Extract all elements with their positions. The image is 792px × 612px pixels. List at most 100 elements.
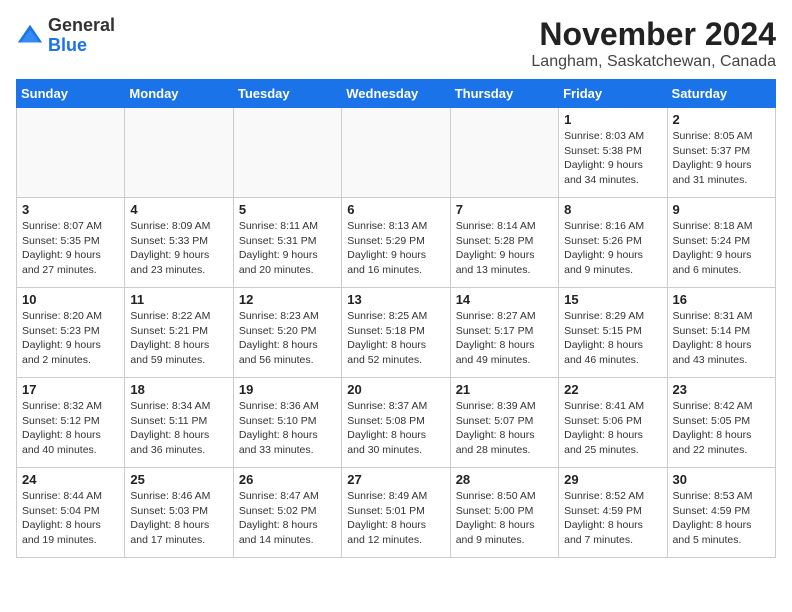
day-info: Sunrise: 8:46 AM Sunset: 5:03 PM Dayligh… <box>130 489 227 548</box>
day-number: 11 <box>130 292 227 307</box>
day-number: 28 <box>456 472 553 487</box>
logo: General Blue <box>16 16 115 56</box>
day-info: Sunrise: 8:25 AM Sunset: 5:18 PM Dayligh… <box>347 309 444 368</box>
weekday-header-cell: Friday <box>559 80 667 108</box>
calendar-day-cell: 20 Sunrise: 8:37 AM Sunset: 5:08 PM Dayli… <box>342 378 450 468</box>
day-info: Sunrise: 8:07 AM Sunset: 5:35 PM Dayligh… <box>22 219 119 278</box>
day-info: Sunrise: 8:44 AM Sunset: 5:04 PM Dayligh… <box>22 489 119 548</box>
day-number: 18 <box>130 382 227 397</box>
day-info: Sunrise: 8:31 AM Sunset: 5:14 PM Dayligh… <box>673 309 770 368</box>
calendar-week-row: 3 Sunrise: 8:07 AM Sunset: 5:35 PM Daylig… <box>17 198 776 288</box>
day-number: 3 <box>22 202 119 217</box>
day-info: Sunrise: 8:16 AM Sunset: 5:26 PM Dayligh… <box>564 219 661 278</box>
day-number: 21 <box>456 382 553 397</box>
day-number: 19 <box>239 382 336 397</box>
weekday-header-cell: Thursday <box>450 80 558 108</box>
day-info: Sunrise: 8:36 AM Sunset: 5:10 PM Dayligh… <box>239 399 336 458</box>
day-info: Sunrise: 8:47 AM Sunset: 5:02 PM Dayligh… <box>239 489 336 548</box>
calendar-day-cell: 6Sunrise: 8:13 AM Sunset: 5:29 PM Daylig… <box>342 198 450 288</box>
day-info: Sunrise: 8:50 AM Sunset: 5:00 PM Dayligh… <box>456 489 553 548</box>
calendar-day-cell <box>17 108 125 198</box>
calendar-day-cell: 17 Sunrise: 8:32 AM Sunset: 5:12 PM Dayli… <box>17 378 125 468</box>
calendar-day-cell: 18 Sunrise: 8:34 AM Sunset: 5:11 PM Dayli… <box>125 378 233 468</box>
day-info: Sunrise: 8:37 AM Sunset: 5:08 PM Dayligh… <box>347 399 444 458</box>
calendar-day-cell: 14 Sunrise: 8:27 AM Sunset: 5:17 PM Dayli… <box>450 288 558 378</box>
day-info: Sunrise: 8:39 AM Sunset: 5:07 PM Dayligh… <box>456 399 553 458</box>
day-info: Sunrise: 8:29 AM Sunset: 5:15 PM Dayligh… <box>564 309 661 368</box>
calendar-day-cell: 7 Sunrise: 8:14 AM Sunset: 5:28 PM Daylig… <box>450 198 558 288</box>
location-title: Langham, Saskatchewan, Canada <box>531 53 776 71</box>
calendar-week-row: 17 Sunrise: 8:32 AM Sunset: 5:12 PM Dayli… <box>17 378 776 468</box>
day-number: 26 <box>239 472 336 487</box>
weekday-header-cell: Wednesday <box>342 80 450 108</box>
calendar-day-cell <box>342 108 450 198</box>
day-number: 27 <box>347 472 444 487</box>
day-info: Sunrise: 8:18 AM Sunset: 5:24 PM Dayligh… <box>673 219 770 278</box>
calendar-day-cell: 29 Sunrise: 8:52 AM Sunset: 4:59 PM Dayli… <box>559 468 667 558</box>
weekday-header-cell: Sunday <box>17 80 125 108</box>
day-info: Sunrise: 8:20 AM Sunset: 5:23 PM Dayligh… <box>22 309 119 368</box>
calendar-day-cell: 30 Sunrise: 8:53 AM Sunset: 4:59 PM Dayli… <box>667 468 775 558</box>
calendar-day-cell: 1Sunrise: 8:03 AM Sunset: 5:38 PM Daylig… <box>559 108 667 198</box>
day-info: Sunrise: 8:05 AM Sunset: 5:37 PM Dayligh… <box>673 129 770 188</box>
calendar-day-cell: 24 Sunrise: 8:44 AM Sunset: 5:04 PM Dayli… <box>17 468 125 558</box>
day-info: Sunrise: 8:14 AM Sunset: 5:28 PM Dayligh… <box>456 219 553 278</box>
day-number: 1 <box>564 112 661 127</box>
calendar-day-cell: 19 Sunrise: 8:36 AM Sunset: 5:10 PM Dayli… <box>233 378 341 468</box>
day-number: 16 <box>673 292 770 307</box>
logo-text: General Blue <box>48 16 115 56</box>
calendar-day-cell: 15 Sunrise: 8:29 AM Sunset: 5:15 PM Dayli… <box>559 288 667 378</box>
calendar-day-cell: 25 Sunrise: 8:46 AM Sunset: 5:03 PM Dayli… <box>125 468 233 558</box>
calendar-day-cell: 23Sunrise: 8:42 AM Sunset: 5:05 PM Dayli… <box>667 378 775 468</box>
calendar-day-cell: 9 Sunrise: 8:18 AM Sunset: 5:24 PM Daylig… <box>667 198 775 288</box>
calendar-day-cell <box>233 108 341 198</box>
page-header: General Blue November 2024 Langham, Sask… <box>16 16 776 71</box>
calendar-day-cell: 21 Sunrise: 8:39 AM Sunset: 5:07 PM Dayli… <box>450 378 558 468</box>
day-number: 2 <box>673 112 770 127</box>
day-number: 24 <box>22 472 119 487</box>
day-info: Sunrise: 8:22 AM Sunset: 5:21 PM Dayligh… <box>130 309 227 368</box>
day-number: 7 <box>456 202 553 217</box>
day-number: 15 <box>564 292 661 307</box>
day-info: Sunrise: 8:52 AM Sunset: 4:59 PM Dayligh… <box>564 489 661 548</box>
day-number: 29 <box>564 472 661 487</box>
day-number: 14 <box>456 292 553 307</box>
calendar-day-cell: 12Sunrise: 8:23 AM Sunset: 5:20 PM Dayli… <box>233 288 341 378</box>
day-number: 12 <box>239 292 336 307</box>
day-number: 22 <box>564 382 661 397</box>
day-info: Sunrise: 8:32 AM Sunset: 5:12 PM Dayligh… <box>22 399 119 458</box>
day-info: Sunrise: 8:27 AM Sunset: 5:17 PM Dayligh… <box>456 309 553 368</box>
month-title: November 2024 <box>531 16 776 53</box>
day-number: 17 <box>22 382 119 397</box>
calendar-day-cell: 2 Sunrise: 8:05 AM Sunset: 5:37 PM Daylig… <box>667 108 775 198</box>
calendar-day-cell: 28 Sunrise: 8:50 AM Sunset: 5:00 PM Dayli… <box>450 468 558 558</box>
weekday-header-cell: Tuesday <box>233 80 341 108</box>
day-number: 20 <box>347 382 444 397</box>
calendar-day-cell: 3 Sunrise: 8:07 AM Sunset: 5:35 PM Daylig… <box>17 198 125 288</box>
calendar-day-cell: 5 Sunrise: 8:11 AM Sunset: 5:31 PM Daylig… <box>233 198 341 288</box>
day-info: Sunrise: 8:11 AM Sunset: 5:31 PM Dayligh… <box>239 219 336 278</box>
calendar-day-cell <box>125 108 233 198</box>
calendar-day-cell: 4Sunrise: 8:09 AM Sunset: 5:33 PM Daylig… <box>125 198 233 288</box>
day-number: 30 <box>673 472 770 487</box>
calendar-body: 1Sunrise: 8:03 AM Sunset: 5:38 PM Daylig… <box>17 108 776 558</box>
day-info: Sunrise: 8:53 AM Sunset: 4:59 PM Dayligh… <box>673 489 770 548</box>
calendar-day-cell: 8Sunrise: 8:16 AM Sunset: 5:26 PM Daylig… <box>559 198 667 288</box>
calendar-day-cell <box>450 108 558 198</box>
calendar-day-cell: 27 Sunrise: 8:49 AM Sunset: 5:01 PM Dayli… <box>342 468 450 558</box>
calendar-day-cell: 16 Sunrise: 8:31 AM Sunset: 5:14 PM Dayli… <box>667 288 775 378</box>
day-info: Sunrise: 8:34 AM Sunset: 5:11 PM Dayligh… <box>130 399 227 458</box>
day-number: 25 <box>130 472 227 487</box>
day-number: 5 <box>239 202 336 217</box>
day-info: Sunrise: 8:09 AM Sunset: 5:33 PM Dayligh… <box>130 219 227 278</box>
day-number: 13 <box>347 292 444 307</box>
calendar-day-cell: 11 Sunrise: 8:22 AM Sunset: 5:21 PM Dayli… <box>125 288 233 378</box>
day-info: Sunrise: 8:49 AM Sunset: 5:01 PM Dayligh… <box>347 489 444 548</box>
calendar-day-cell: 13 Sunrise: 8:25 AM Sunset: 5:18 PM Dayli… <box>342 288 450 378</box>
weekday-header-cell: Monday <box>125 80 233 108</box>
day-number: 9 <box>673 202 770 217</box>
calendar-day-cell: 22Sunrise: 8:41 AM Sunset: 5:06 PM Dayli… <box>559 378 667 468</box>
calendar-table: SundayMondayTuesdayWednesdayThursdayFrid… <box>16 79 776 558</box>
weekday-header-cell: Saturday <box>667 80 775 108</box>
calendar-day-cell: 26 Sunrise: 8:47 AM Sunset: 5:02 PM Dayli… <box>233 468 341 558</box>
